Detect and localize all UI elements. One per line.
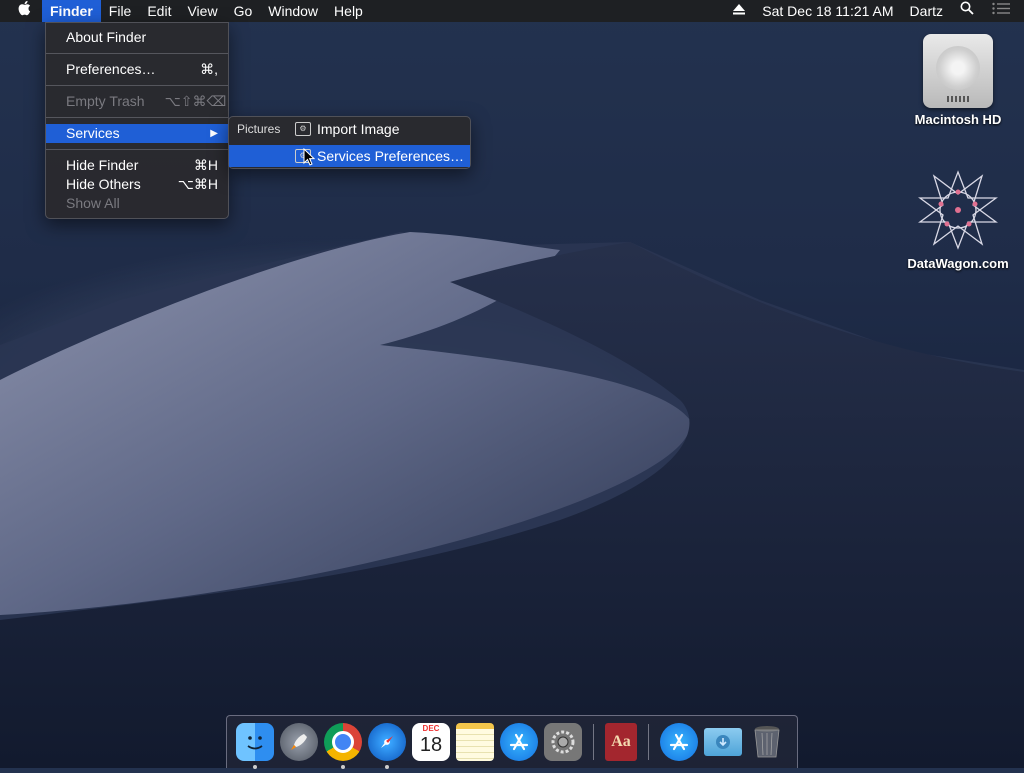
hide-others-item[interactable]: Hide Others ⌥⌘H: [46, 175, 228, 194]
finder-dock-icon[interactable]: [236, 723, 274, 769]
import-image-label: Import Image: [317, 121, 400, 137]
menu-separator: [46, 117, 228, 118]
menu-edit[interactable]: Edit: [139, 0, 179, 22]
calendar-dock-icon[interactable]: DEC 18: [412, 723, 450, 761]
preferences-label: Preferences…: [66, 61, 156, 77]
hide-finder-label: Hide Finder: [66, 157, 139, 173]
system-preferences-dock-icon[interactable]: [544, 723, 582, 761]
menu-bar: Finder File Edit View Go Window Help Sat…: [0, 0, 1024, 22]
menu-separator: [46, 85, 228, 86]
mouse-pointer-icon: [303, 147, 316, 171]
star-logo-icon: [916, 168, 1000, 252]
service-gear-icon: ⚙: [295, 122, 311, 136]
hide-others-shortcut: ⌥⌘H: [177, 176, 218, 192]
menubar-user[interactable]: Dartz: [902, 0, 951, 22]
spotlight-search-icon[interactable]: [951, 0, 983, 22]
hide-others-label: Hide Others: [66, 176, 141, 192]
import-image-item[interactable]: Pictures ⚙ Import Image: [229, 118, 470, 140]
app-store-downloads-dock-icon[interactable]: [660, 723, 698, 761]
hide-finder-shortcut: ⌘H: [193, 157, 218, 173]
menu-separator: [46, 149, 228, 150]
dock-separator: [648, 724, 649, 760]
about-finder-label: About Finder: [66, 29, 147, 45]
notes-dock-icon[interactable]: [456, 723, 494, 761]
empty-trash-shortcut: ⌥⇧⌘⌫: [164, 93, 227, 109]
menu-window[interactable]: Window: [260, 0, 326, 22]
chrome-dock-icon[interactable]: [324, 723, 362, 769]
services-item[interactable]: Services ▶: [46, 124, 228, 143]
menu-help[interactable]: Help: [326, 0, 371, 22]
empty-trash-item: Empty Trash ⌥⇧⌘⌫: [46, 92, 228, 111]
menu-finder[interactable]: Finder: [42, 0, 101, 22]
launchpad-dock-icon[interactable]: [280, 723, 318, 761]
dock-separator: [593, 724, 594, 760]
calendar-month: DEC: [422, 724, 440, 733]
preferences-shortcut: ⌘,: [200, 61, 218, 77]
dictionary-dock-icon[interactable]: Aa: [605, 723, 637, 761]
services-preferences-item[interactable]: ⚙ Services Preferences…: [229, 145, 470, 167]
preferences-item[interactable]: Preferences… ⌘,: [46, 60, 228, 79]
about-finder-item[interactable]: About Finder: [46, 28, 228, 47]
dock: DEC 18 Aa: [226, 715, 798, 769]
desktop-icon-label: Macintosh HD: [914, 112, 1002, 127]
menubar-clock[interactable]: Sat Dec 18 11:21 AM: [754, 0, 901, 22]
notification-center-icon[interactable]: [983, 0, 1024, 22]
hard-drive-icon: [923, 34, 993, 108]
menu-view[interactable]: View: [179, 0, 225, 22]
trash-dock-icon[interactable]: [748, 723, 786, 761]
empty-trash-label: Empty Trash: [66, 93, 145, 109]
menu-go[interactable]: Go: [226, 0, 261, 22]
services-preferences-label: Services Preferences…: [317, 148, 465, 164]
desktop-icon-label: DataWagon.com: [907, 256, 1009, 271]
submenu-arrow-icon: ▶: [210, 128, 218, 139]
menu-file[interactable]: File: [101, 0, 140, 22]
menu-separator: [46, 53, 228, 54]
app-store-dock-icon[interactable]: [500, 723, 538, 761]
show-all-item: Show All: [46, 194, 228, 213]
services-label: Services: [66, 125, 120, 141]
services-category-label: Pictures: [237, 122, 281, 136]
show-all-label: Show All: [66, 195, 120, 211]
services-submenu: Pictures ⚙ Import Image ⚙ Services Prefe…: [228, 116, 471, 169]
eject-icon[interactable]: [724, 0, 754, 22]
finder-menu: About Finder Preferences… ⌘, Empty Trash…: [45, 22, 229, 219]
safari-dock-icon[interactable]: [368, 723, 406, 769]
calendar-day: 18: [419, 734, 443, 756]
apple-menu-icon[interactable]: [0, 0, 42, 22]
downloads-folder-dock-icon[interactable]: [704, 728, 742, 756]
desktop-icon-macintosh-hd[interactable]: Macintosh HD: [893, 34, 1023, 127]
dictionary-label: Aa: [611, 733, 631, 750]
hide-finder-item[interactable]: Hide Finder ⌘H: [46, 156, 228, 175]
desktop-icon-datawagon[interactable]: DataWagon.com: [893, 168, 1023, 271]
